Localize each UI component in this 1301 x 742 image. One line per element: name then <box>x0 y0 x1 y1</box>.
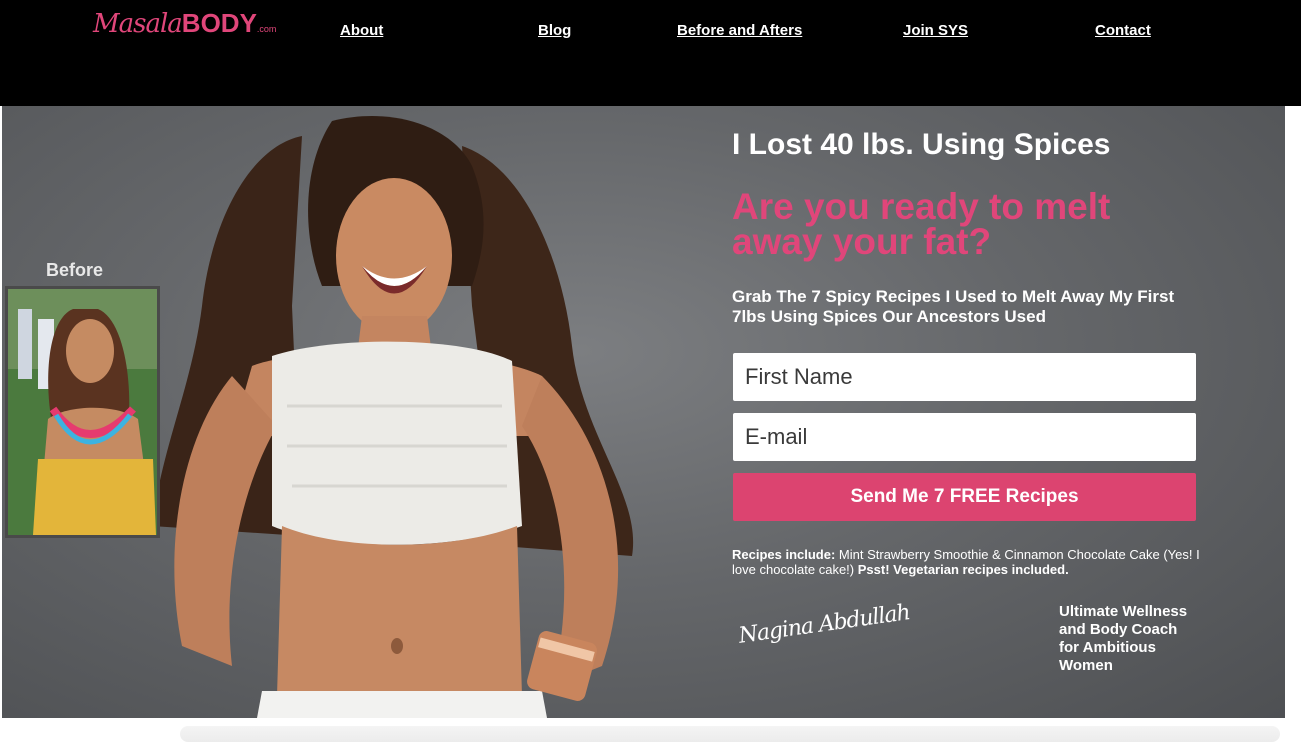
masalabody-logo[interactable]: MasalaBODY.com <box>93 8 276 48</box>
logo-bold: BODY <box>181 8 257 38</box>
recipes-note-prefix: Recipes include: <box>732 547 836 562</box>
nav-link-contact[interactable]: Contact <box>1095 22 1151 39</box>
nav-link-before-and-afters[interactable]: Before and Afters <box>677 22 802 39</box>
hero-subheadline: Are you ready to melt away your fat? <box>732 186 1111 262</box>
email-input[interactable] <box>733 413 1196 461</box>
recipes-note: Recipes include: Mint Strawberry Smoothi… <box>732 547 1202 577</box>
hero-headline: I Lost 40 lbs. Using Spices <box>732 128 1111 161</box>
hero-lead: Grab The 7 Spicy Recipes I Used to Melt … <box>732 287 1175 326</box>
signature: Nagina Abdullah <box>737 600 912 649</box>
hero-banner: Before I Lost 40 lbs. Using Spices Are y… <box>2 106 1285 718</box>
logo-script: Masala <box>93 9 183 39</box>
top-nav: MasalaBODY.com About Blog Before and Aft… <box>0 0 1301 106</box>
coach-tagline: Ultimate Wellness and Body Coach for Amb… <box>1059 603 1188 674</box>
before-photo <box>5 286 160 538</box>
nav-link-about[interactable]: About <box>340 22 383 39</box>
send-recipes-button[interactable]: Send Me 7 FREE Recipes <box>733 473 1196 521</box>
section-divider <box>180 726 1280 742</box>
logo-suffix: .com <box>256 24 277 34</box>
nav-link-blog[interactable]: Blog <box>538 22 571 39</box>
page-right-margin <box>1285 106 1301 718</box>
recipes-note-suffix: Psst! Vegetarian recipes included. <box>857 562 1069 577</box>
before-label: Before <box>46 260 104 280</box>
first-name-input[interactable] <box>733 353 1196 401</box>
nav-link-join-sys[interactable]: Join SYS <box>903 22 968 39</box>
